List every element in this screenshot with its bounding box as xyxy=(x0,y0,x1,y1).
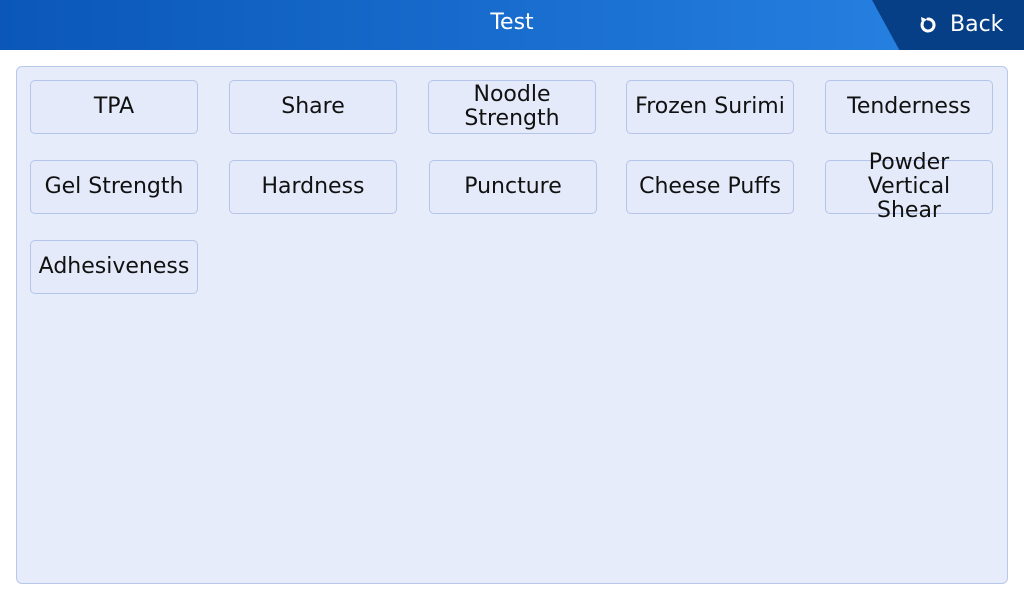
test-button-tpa[interactable]: TPA xyxy=(30,80,198,134)
test-selection-panel: TPA Share Noodle Strength Frozen Surimi … xyxy=(16,66,1008,584)
header-bar: Test Back xyxy=(0,0,1024,50)
test-button-hardness[interactable]: Hardness xyxy=(229,160,397,214)
back-button-label: Back xyxy=(950,12,1004,37)
test-button-noodle-strength[interactable]: Noodle Strength xyxy=(428,80,596,134)
test-button-cheese-puffs[interactable]: Cheese Puffs xyxy=(626,160,794,214)
test-button-tenderness[interactable]: Tenderness xyxy=(825,80,993,134)
test-button-adhesiveness[interactable]: Adhesiveness xyxy=(30,240,198,294)
refresh-back-icon xyxy=(920,17,936,33)
test-button-frozen-surimi[interactable]: Frozen Surimi xyxy=(626,80,794,134)
test-button-gel-strength[interactable]: Gel Strength xyxy=(30,160,198,214)
test-button-share[interactable]: Share xyxy=(229,80,397,134)
test-button-powder-vertical-shear[interactable]: Powder Vertical Shear xyxy=(825,151,993,223)
page-title: Test xyxy=(490,10,534,35)
test-button-puncture[interactable]: Puncture xyxy=(429,160,597,214)
